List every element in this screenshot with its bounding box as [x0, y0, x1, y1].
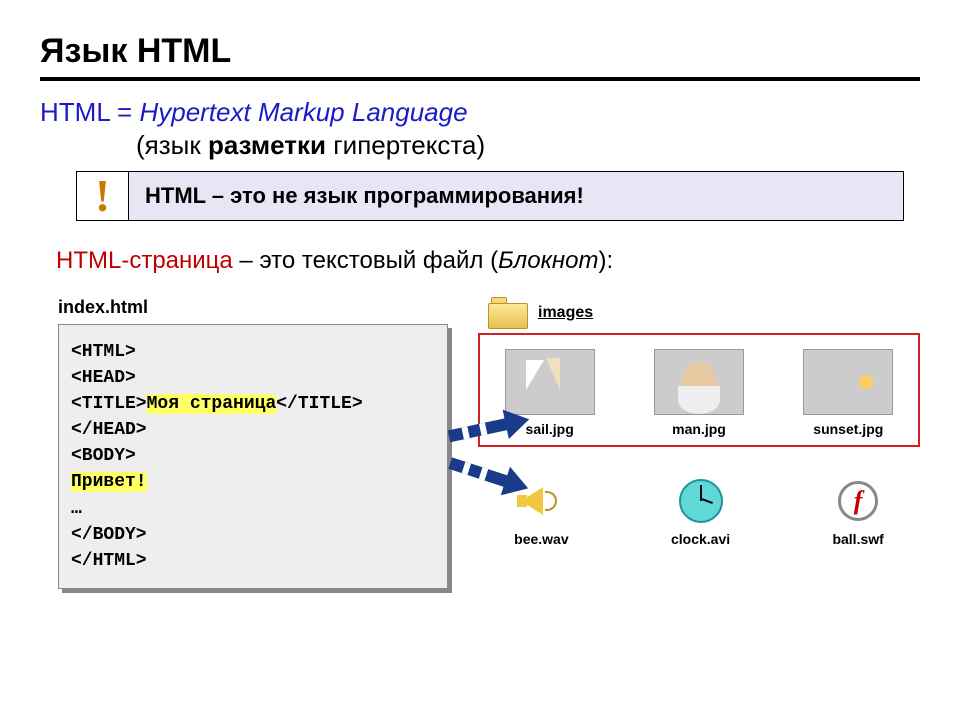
- code-l3c: </TITLE>: [276, 394, 362, 414]
- def-trans-bold: разметки: [208, 130, 326, 160]
- media-clock: clock.avi: [671, 477, 730, 547]
- sail-image: [505, 349, 595, 415]
- images-box: sail.jpg man.jpg sunset.jpg: [478, 333, 920, 447]
- code-l4: </HEAD>: [71, 420, 147, 440]
- def-expansion: Hypertext Markup Language: [139, 97, 467, 127]
- code-l8: </BODY>: [71, 525, 147, 545]
- definition-line-2: (язык разметки гипертекста): [136, 130, 920, 161]
- code-filename: index.html: [58, 297, 448, 318]
- man-image: [654, 349, 744, 415]
- thumb-sunset: sunset.jpg: [803, 349, 893, 437]
- code-l3b: Моя страница: [147, 394, 277, 414]
- def-prefix: HTML =: [40, 97, 139, 127]
- right-column: images sail.jpg man.jpg sunset.jpg: [478, 297, 920, 589]
- slide-title: Язык HTML: [40, 32, 920, 81]
- media-row: bee.wav clock.avi f ball.swf: [478, 477, 920, 547]
- definition-line-1: HTML = Hypertext Markup Language: [40, 97, 920, 128]
- paragraph: HTML-страница – это текстовый файл (Блок…: [56, 247, 920, 275]
- flash-icon: f: [834, 477, 882, 525]
- folder-label: images: [538, 304, 593, 322]
- code-l3a: <TITLE>: [71, 394, 147, 414]
- note-text: HTML – это не язык программирования!: [129, 172, 903, 220]
- exclamation-icon: !: [77, 172, 129, 220]
- para-red: HTML-страница: [56, 247, 233, 274]
- folder-row: images: [488, 297, 920, 329]
- code-box: <HTML> <HEAD> <TITLE>Моя страница</TITLE…: [58, 324, 448, 589]
- note-box: ! HTML – это не язык программирования!: [76, 171, 904, 221]
- para-mid: – это текстовый файл (: [233, 247, 498, 274]
- para-close: ):: [598, 247, 613, 274]
- lower-row: index.html <HTML> <HEAD> <TITLE>Моя стра…: [58, 297, 920, 589]
- man-caption: man.jpg: [672, 421, 726, 437]
- ball-caption: ball.swf: [832, 531, 883, 547]
- code-column: index.html <HTML> <HEAD> <TITLE>Моя стра…: [58, 297, 448, 589]
- folder-icon: [488, 297, 528, 329]
- code-l9: </HTML>: [71, 551, 147, 571]
- def-trans-open: (язык: [136, 130, 208, 160]
- code-l1: <HTML>: [71, 342, 136, 362]
- thumb-man: man.jpg: [654, 349, 744, 437]
- sunset-image: [803, 349, 893, 415]
- code-l6: Привет!: [71, 472, 147, 492]
- clock-caption: clock.avi: [671, 531, 730, 547]
- para-italic: Блокнот: [498, 247, 598, 274]
- code-l2: <HEAD>: [71, 368, 136, 388]
- sunset-caption: sunset.jpg: [813, 421, 883, 437]
- clock-icon: [677, 477, 725, 525]
- media-ball: f ball.swf: [832, 477, 883, 547]
- def-trans-close: гипертекста): [326, 130, 485, 160]
- bee-caption: bee.wav: [514, 531, 568, 547]
- code-l5: <BODY>: [71, 446, 136, 466]
- code-l7: …: [71, 499, 82, 519]
- flash-letter: f: [838, 481, 878, 521]
